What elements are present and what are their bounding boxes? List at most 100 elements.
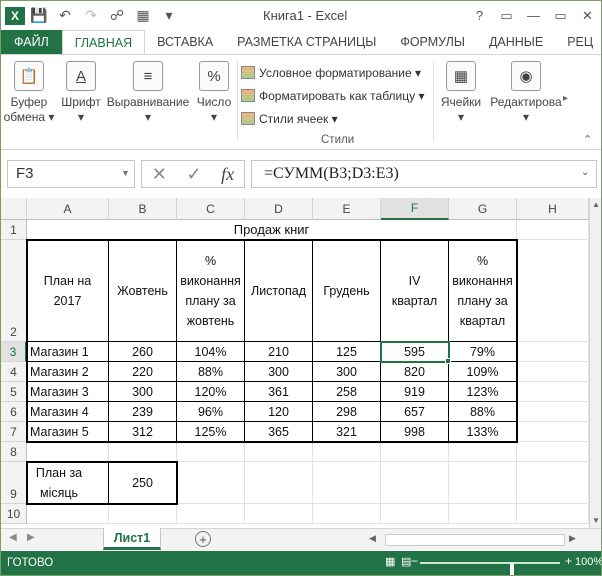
grid-cell[interactable] — [517, 220, 589, 240]
store-name-cell[interactable]: Магазин 1 — [27, 342, 109, 362]
table-data-cell[interactable]: 820 — [381, 362, 449, 382]
conditional-formatting-button[interactable]: Условное форматирование ▾ — [241, 61, 425, 84]
expand-formula-icon[interactable]: ⌄ — [581, 167, 589, 178]
table-data-cell[interactable]: 239 — [109, 402, 177, 422]
cell-styles-button[interactable]: Стили ячеек ▾ — [241, 107, 425, 130]
table-data-cell[interactable]: 88% — [449, 402, 517, 422]
table-data-cell[interactable]: 120 — [245, 402, 313, 422]
zoom-level[interactable]: 100% — [575, 556, 601, 568]
table-data-cell[interactable]: 312 — [109, 422, 177, 442]
vertical-scrollbar[interactable]: ▲ ▼ — [589, 198, 601, 528]
table-data-cell[interactable]: 210 — [245, 342, 313, 362]
table-data-cell[interactable]: 258 — [313, 382, 381, 402]
sheet-nav-prev-icon[interactable]: ◀ — [9, 532, 17, 543]
cells-group[interactable]: ▦ Ячейки ▾ — [437, 55, 485, 137]
sheet-nav-next-icon[interactable]: ▶ — [27, 532, 35, 543]
undo-icon[interactable]: ↶ — [53, 4, 77, 28]
minimize-button[interactable]: — — [520, 1, 547, 30]
hscroll-right-icon[interactable]: ▶ — [569, 533, 576, 544]
table-data-cell[interactable]: 300 — [245, 362, 313, 382]
table-data-cell[interactable]: 79% — [449, 342, 517, 362]
plan-value-cell[interactable]: 250 — [109, 462, 177, 504]
grid-cell[interactable] — [177, 442, 245, 462]
grid-cell[interactable] — [27, 504, 109, 524]
grid-cell[interactable] — [517, 462, 589, 504]
table-header-cell[interactable]: Жовтень — [109, 240, 177, 342]
row-header-6[interactable]: 6 — [1, 402, 27, 422]
grid-cell[interactable] — [517, 382, 589, 402]
grid-cell[interactable] — [245, 462, 313, 504]
table-data-cell[interactable]: 300 — [313, 362, 381, 382]
grid-cell[interactable] — [449, 442, 517, 462]
normal-view-icon[interactable]: ▦ — [385, 555, 395, 568]
cancel-icon[interactable]: ✕ — [152, 164, 167, 185]
grid-cell[interactable] — [517, 362, 589, 382]
redo-icon[interactable]: ↷ — [79, 4, 103, 28]
row-header-1[interactable]: 1 — [1, 220, 27, 240]
row-header-3[interactable]: 3 — [1, 342, 27, 362]
grid-cell[interactable] — [449, 462, 517, 504]
ribbon-scroll-right-icon[interactable]: ▸ — [563, 93, 568, 104]
column-header-f[interactable]: F — [381, 198, 449, 220]
close-button[interactable]: ✕ — [574, 1, 601, 30]
tab-formulas[interactable]: ФОРМУЛЫ — [388, 30, 477, 54]
scroll-up-icon[interactable]: ▲ — [592, 200, 600, 209]
grid-cell[interactable] — [313, 504, 381, 524]
plan-label-cell[interactable]: План за місяць — [27, 462, 109, 504]
table-data-cell[interactable]: 300 — [109, 382, 177, 402]
save-icon[interactable]: 💾 — [27, 4, 51, 28]
grid-cell[interactable] — [381, 442, 449, 462]
table-data-cell[interactable]: 361 — [245, 382, 313, 402]
table-data-cell[interactable]: 125% — [177, 422, 245, 442]
column-header-e[interactable]: E — [313, 198, 381, 220]
table-data-cell[interactable]: 88% — [177, 362, 245, 382]
grid-cell[interactable] — [517, 442, 589, 462]
grid-cell[interactable] — [245, 504, 313, 524]
clipboard-group[interactable]: 📋 Буфер обмена ▾ — [3, 55, 55, 137]
grid-cell[interactable] — [381, 462, 449, 504]
font-group[interactable]: A Шрифт ▾ — [59, 55, 103, 137]
grid-cell[interactable] — [177, 462, 245, 504]
insert-function-icon[interactable]: fx — [221, 164, 234, 185]
table-data-cell[interactable]: 298 — [313, 402, 381, 422]
grid-cell[interactable] — [517, 422, 589, 442]
format-as-table-button[interactable]: Форматировать как таблицу ▾ — [241, 84, 425, 107]
alignment-group[interactable]: ≡ Выравнивание ▾ — [105, 55, 191, 137]
grid-cell[interactable] — [313, 462, 381, 504]
row-header-8[interactable]: 8 — [1, 442, 27, 462]
store-name-cell[interactable]: Магазин 2 — [27, 362, 109, 382]
customize-icon[interactable]: ▾ — [157, 4, 181, 28]
restore-button[interactable]: ▭ — [547, 1, 574, 30]
table-header-cell[interactable]: IV квартал — [381, 240, 449, 342]
column-header-a[interactable]: A — [27, 198, 109, 220]
table-data-cell[interactable]: 123% — [449, 382, 517, 402]
store-name-cell[interactable]: Магазин 5 — [27, 422, 109, 442]
tab-insert[interactable]: ВСТАВКА — [145, 30, 225, 54]
table-header-cell[interactable]: Листопад — [245, 240, 313, 342]
name-box[interactable]: F3 — [7, 160, 135, 188]
table-data-cell[interactable]: 260 — [109, 342, 177, 362]
worksheet-grid[interactable]: A B C D E F G H 1 2 3 4 5 6 7 8 9 10 Продаж книг План на 20… — [1, 198, 589, 528]
grid-cell[interactable] — [245, 442, 313, 462]
table-header-cell[interactable]: % виконання плану за квартал — [449, 240, 517, 342]
editing-group[interactable]: ◉ Редактирова ▾ — [489, 55, 563, 137]
zoom-slider[interactable] — [420, 562, 560, 575]
grid-cell[interactable] — [109, 504, 177, 524]
table-data-cell[interactable]: 120% — [177, 382, 245, 402]
row-header-5[interactable]: 5 — [1, 382, 27, 402]
store-name-cell[interactable]: Магазин 3 — [27, 382, 109, 402]
column-header-h[interactable]: H — [517, 198, 589, 220]
tab-page-layout[interactable]: РАЗМЕТКА СТРАНИЦЫ — [225, 30, 388, 54]
number-group[interactable]: % Число ▾ — [193, 55, 235, 137]
formula-input[interactable]: =СУММ(B3;D3:E3) — [251, 160, 597, 188]
sheet-title[interactable]: Продаж книг — [27, 220, 517, 240]
row-header-9[interactable]: 9 — [1, 462, 27, 504]
column-header-b[interactable]: B — [109, 198, 177, 220]
table-header-cell[interactable]: Грудень — [313, 240, 381, 342]
column-header-d[interactable]: D — [245, 198, 313, 220]
table-data-cell[interactable]: 998 — [381, 422, 449, 442]
form-icon[interactable]: ▦ — [131, 4, 155, 28]
tab-data[interactable]: ДАННЫЕ — [477, 30, 555, 54]
table-data-cell[interactable]: 365 — [245, 422, 313, 442]
table-data-cell[interactable]: 109% — [449, 362, 517, 382]
